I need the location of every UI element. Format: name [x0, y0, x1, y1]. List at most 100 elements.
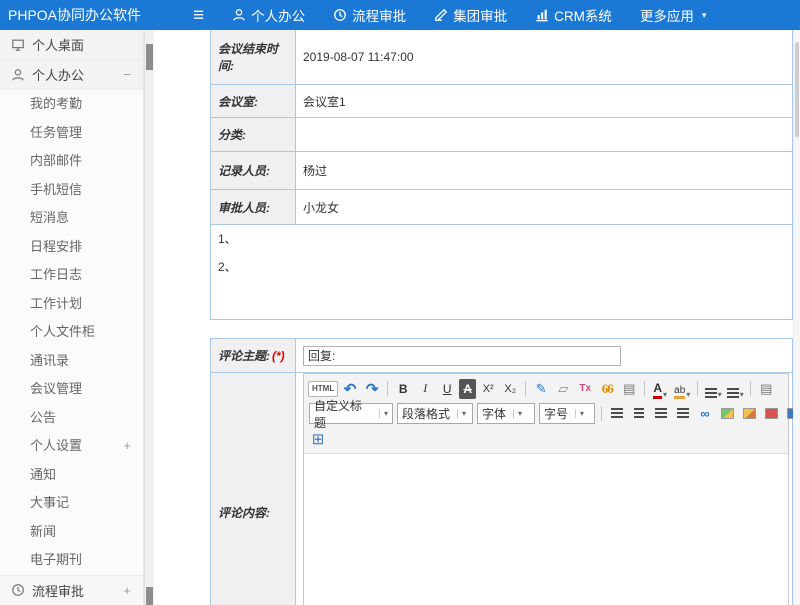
toolbar-row-1: HTML ↶ ↷ B I U A X² X₂ ✎ ▱	[307, 376, 785, 401]
html-source-button[interactable]: HTML	[308, 381, 338, 397]
required-mark: (*)	[272, 349, 285, 363]
insert-link-button[interactable]: ∞	[695, 404, 715, 424]
caret-down-icon: ▾	[575, 409, 584, 418]
sidebar-item-major-events[interactable]: 大事记	[0, 489, 143, 518]
sidebar-item-meeting-management[interactable]: 会议管理	[0, 375, 143, 404]
italic-button[interactable]: I	[415, 379, 435, 399]
sidebar-item-personal-settings[interactable]: 个人设置 +	[0, 432, 143, 461]
field-label: 记录人员:	[211, 152, 296, 190]
scrollbar-thumb[interactable]	[795, 42, 799, 137]
insert-file-button[interactable]	[783, 404, 793, 424]
bold-button[interactable]: B	[393, 379, 413, 399]
highlight-color-button[interactable]: ab ▾	[672, 379, 692, 399]
ordered-list-button[interactable]: ▾	[703, 379, 723, 399]
sidebar-item-label: 新闻	[30, 524, 56, 539]
sidebar-item-schedule[interactable]: 日程安排	[0, 233, 143, 262]
table-row: 分类:	[211, 118, 793, 152]
table-row: 审批人员: 小龙女	[211, 190, 793, 225]
align-justify-icon	[677, 408, 689, 419]
table-row: 会议室: 会议室1	[211, 85, 793, 118]
meeting-notes: 1、 2、	[211, 225, 793, 320]
sidebar-item-personal-office[interactable]: 个人办公 −	[0, 60, 143, 90]
paragraph-format-dropdown[interactable]: 段落格式 ▾	[397, 403, 473, 424]
toolbar-separator	[750, 381, 751, 396]
nav-workflow-approval[interactable]: 流程审批	[333, 5, 406, 25]
strikethrough-button[interactable]: A	[459, 379, 476, 399]
insert-table-button[interactable]: ⊞	[308, 429, 328, 449]
field-value: 小龙女	[296, 190, 793, 225]
sidebar-item-workflow-approval[interactable]: 流程审批 +	[0, 575, 143, 605]
field-label: 审批人员:	[211, 190, 296, 225]
sidebar-item-label: 我的考勤	[30, 96, 82, 111]
expand-icon[interactable]: +	[123, 583, 131, 598]
sidebar-item-attendance[interactable]: 我的考勤	[0, 90, 143, 119]
paste-plain-text-button[interactable]: ▤	[619, 379, 639, 399]
sidebar-item-desktop[interactable]: 个人桌面	[0, 30, 143, 60]
align-center-icon	[634, 408, 644, 419]
align-justify-button[interactable]	[673, 404, 693, 424]
comment-subject-input[interactable]	[303, 346, 621, 366]
editor-content-area[interactable]	[304, 454, 788, 605]
toolbar-separator	[697, 381, 698, 396]
subscript-button[interactable]: X₂	[500, 379, 520, 399]
align-right-icon	[655, 408, 667, 419]
blockquote-button[interactable]: 66	[597, 379, 617, 399]
photo-icon	[743, 408, 756, 419]
expand-icon[interactable]: +	[123, 432, 131, 461]
table-row: 记录人员: 杨过	[211, 152, 793, 190]
page-scrollbar[interactable]	[793, 30, 800, 605]
sidebar-item-label: 短消息	[30, 210, 69, 225]
align-right-button[interactable]	[651, 404, 671, 424]
nav-more-apps[interactable]: 更多应用 ▾	[640, 5, 707, 25]
rich-text-editor: HTML ↶ ↷ B I U A X² X₂ ✎ ▱	[303, 373, 789, 605]
unordered-list-button[interactable]: ▾	[725, 379, 745, 399]
sidebar-item-e-journal[interactable]: 电子期刊	[0, 546, 143, 575]
redo-button[interactable]: ↷	[362, 379, 382, 399]
nav-crm-system[interactable]: CRM系统	[535, 5, 612, 25]
font-color-button[interactable]: A ▾	[650, 379, 670, 399]
align-center-button[interactable]	[629, 404, 649, 424]
eraser-button[interactable]: ▱	[553, 379, 573, 399]
collapse-icon[interactable]: −	[123, 67, 131, 82]
undo-button[interactable]: ↶	[340, 379, 360, 399]
nav-group-approval[interactable]: 集团审批	[434, 5, 507, 25]
insert-photo-button[interactable]	[739, 404, 759, 424]
edit-icon	[434, 8, 448, 22]
sidebar-item-internal-mail[interactable]: 内部邮件	[0, 147, 143, 176]
hamburger-menu-icon[interactable]: ≡	[193, 6, 204, 25]
sidebar-item-label: 公告	[30, 410, 56, 425]
clock-icon	[11, 583, 25, 597]
sidebar-item-news[interactable]: 新闻	[0, 518, 143, 547]
insert-image-button[interactable]	[717, 404, 737, 424]
format-painter-button[interactable]: ✎	[531, 379, 551, 399]
sidebar-item-work-plan[interactable]: 工作计划	[0, 290, 143, 319]
caret-down-icon: ▾	[740, 390, 744, 399]
superscript-button[interactable]: X²	[478, 379, 498, 399]
sidebar-item-tasks[interactable]: 任务管理	[0, 119, 143, 148]
sidebar-item-notices[interactable]: 通知	[0, 461, 143, 490]
media-icon	[765, 408, 778, 419]
table-row: 评论内容: HTML ↶ ↷ B I U A X²	[211, 373, 793, 605]
sidebar-item-contacts[interactable]: 通讯录	[0, 347, 143, 376]
sidebar-item-announcements[interactable]: 公告	[0, 404, 143, 433]
custom-heading-dropdown[interactable]: 自定义标题 ▾	[309, 403, 393, 424]
underline-button[interactable]: U	[437, 379, 457, 399]
align-left-button[interactable]	[607, 404, 627, 424]
font-size-dropdown[interactable]: 字号 ▾	[539, 403, 595, 424]
insert-media-button[interactable]	[761, 404, 781, 424]
nav-personal-office[interactable]: 个人办公	[232, 5, 305, 25]
clear-format-button[interactable]: Tx	[575, 379, 595, 399]
unordered-list-icon	[727, 388, 739, 399]
page-break-button[interactable]: ▤	[756, 379, 776, 399]
nav-label: 集团审批	[453, 5, 507, 25]
table-row: 会议结束时间: 2019-08-07 11:47:00	[211, 30, 793, 85]
font-family-dropdown[interactable]: 字体 ▾	[477, 403, 535, 424]
sidebar-item-sms[interactable]: 手机短信	[0, 176, 143, 205]
sidebar-item-file-cabinet[interactable]: 个人文件柜	[0, 318, 143, 347]
sidebar-item-short-message[interactable]: 短消息	[0, 204, 143, 233]
sidebar-item-work-log[interactable]: 工作日志	[0, 261, 143, 290]
scrollbar-thumb[interactable]	[146, 44, 153, 70]
comment-content-cell: HTML ↶ ↷ B I U A X² X₂ ✎ ▱	[296, 373, 793, 605]
sidebar-scrollbar[interactable]	[144, 30, 154, 605]
scrollbar-thumb[interactable]	[146, 587, 153, 605]
